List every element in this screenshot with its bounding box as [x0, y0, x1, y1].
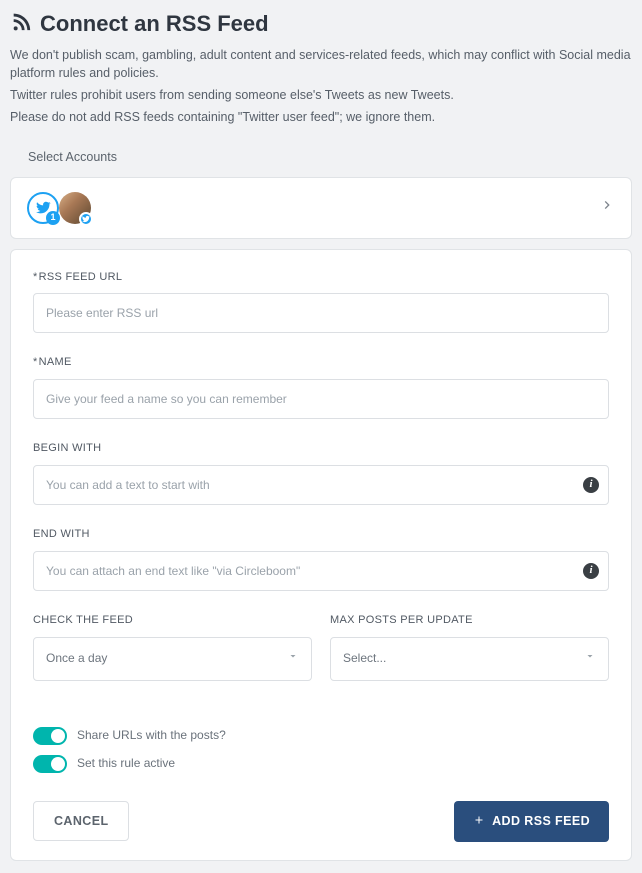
info-icon[interactable]: i: [583, 563, 599, 579]
max-posts-label: MAX POSTS PER UPDATE: [330, 613, 609, 629]
begin-input[interactable]: [33, 465, 609, 505]
name-input[interactable]: [33, 379, 609, 419]
header-notices: We don't publish scam, gambling, adult c…: [10, 46, 632, 127]
twitter-badge-icon: [79, 212, 93, 226]
cancel-button[interactable]: CANCEL: [33, 801, 129, 841]
share-urls-label: Share URLs with the posts?: [77, 727, 226, 744]
active-toggle[interactable]: [33, 755, 67, 773]
rss-url-input[interactable]: [33, 293, 609, 333]
max-posts-select[interactable]: Select...: [330, 637, 609, 680]
max-posts-value: Select...: [343, 650, 386, 667]
check-feed-value: Once a day: [46, 650, 107, 667]
page-title: Connect an RSS Feed: [40, 8, 269, 40]
check-feed-label: CHECK THE FEED: [33, 613, 312, 629]
end-label: END WITH: [33, 527, 609, 543]
chevron-down-icon: [584, 650, 596, 667]
select-accounts-label: Select Accounts: [10, 130, 632, 166]
end-input[interactable]: [33, 551, 609, 591]
account-avatar[interactable]: [59, 192, 91, 224]
twitter-count-badge: 1: [46, 211, 60, 225]
add-rss-feed-button[interactable]: ADD RSS FEED: [454, 801, 609, 842]
begin-label: BEGIN WITH: [33, 441, 609, 457]
active-label: Set this rule active: [77, 755, 175, 772]
notice-line: Please do not add RSS feeds containing "…: [10, 108, 632, 126]
rss-url-label: RSS FEED URL: [33, 270, 609, 286]
notice-line: We don't publish scam, gambling, adult c…: [10, 46, 632, 82]
rss-icon: [10, 10, 32, 38]
check-feed-select[interactable]: Once a day: [33, 637, 312, 680]
info-icon[interactable]: i: [583, 477, 599, 493]
notice-line: Twitter rules prohibit users from sendin…: [10, 86, 632, 104]
add-rss-feed-label: ADD RSS FEED: [492, 814, 590, 828]
share-urls-toggle[interactable]: [33, 727, 67, 745]
accounts-selector[interactable]: 1: [10, 177, 632, 239]
plus-icon: [473, 814, 485, 829]
chevron-right-icon: [599, 197, 615, 219]
name-label: NAME: [33, 355, 609, 371]
chevron-down-icon: [287, 650, 299, 667]
twitter-account-icon[interactable]: 1: [27, 192, 59, 224]
rss-form: RSS FEED URL NAME BEGIN WITH i END WITH …: [10, 249, 632, 861]
